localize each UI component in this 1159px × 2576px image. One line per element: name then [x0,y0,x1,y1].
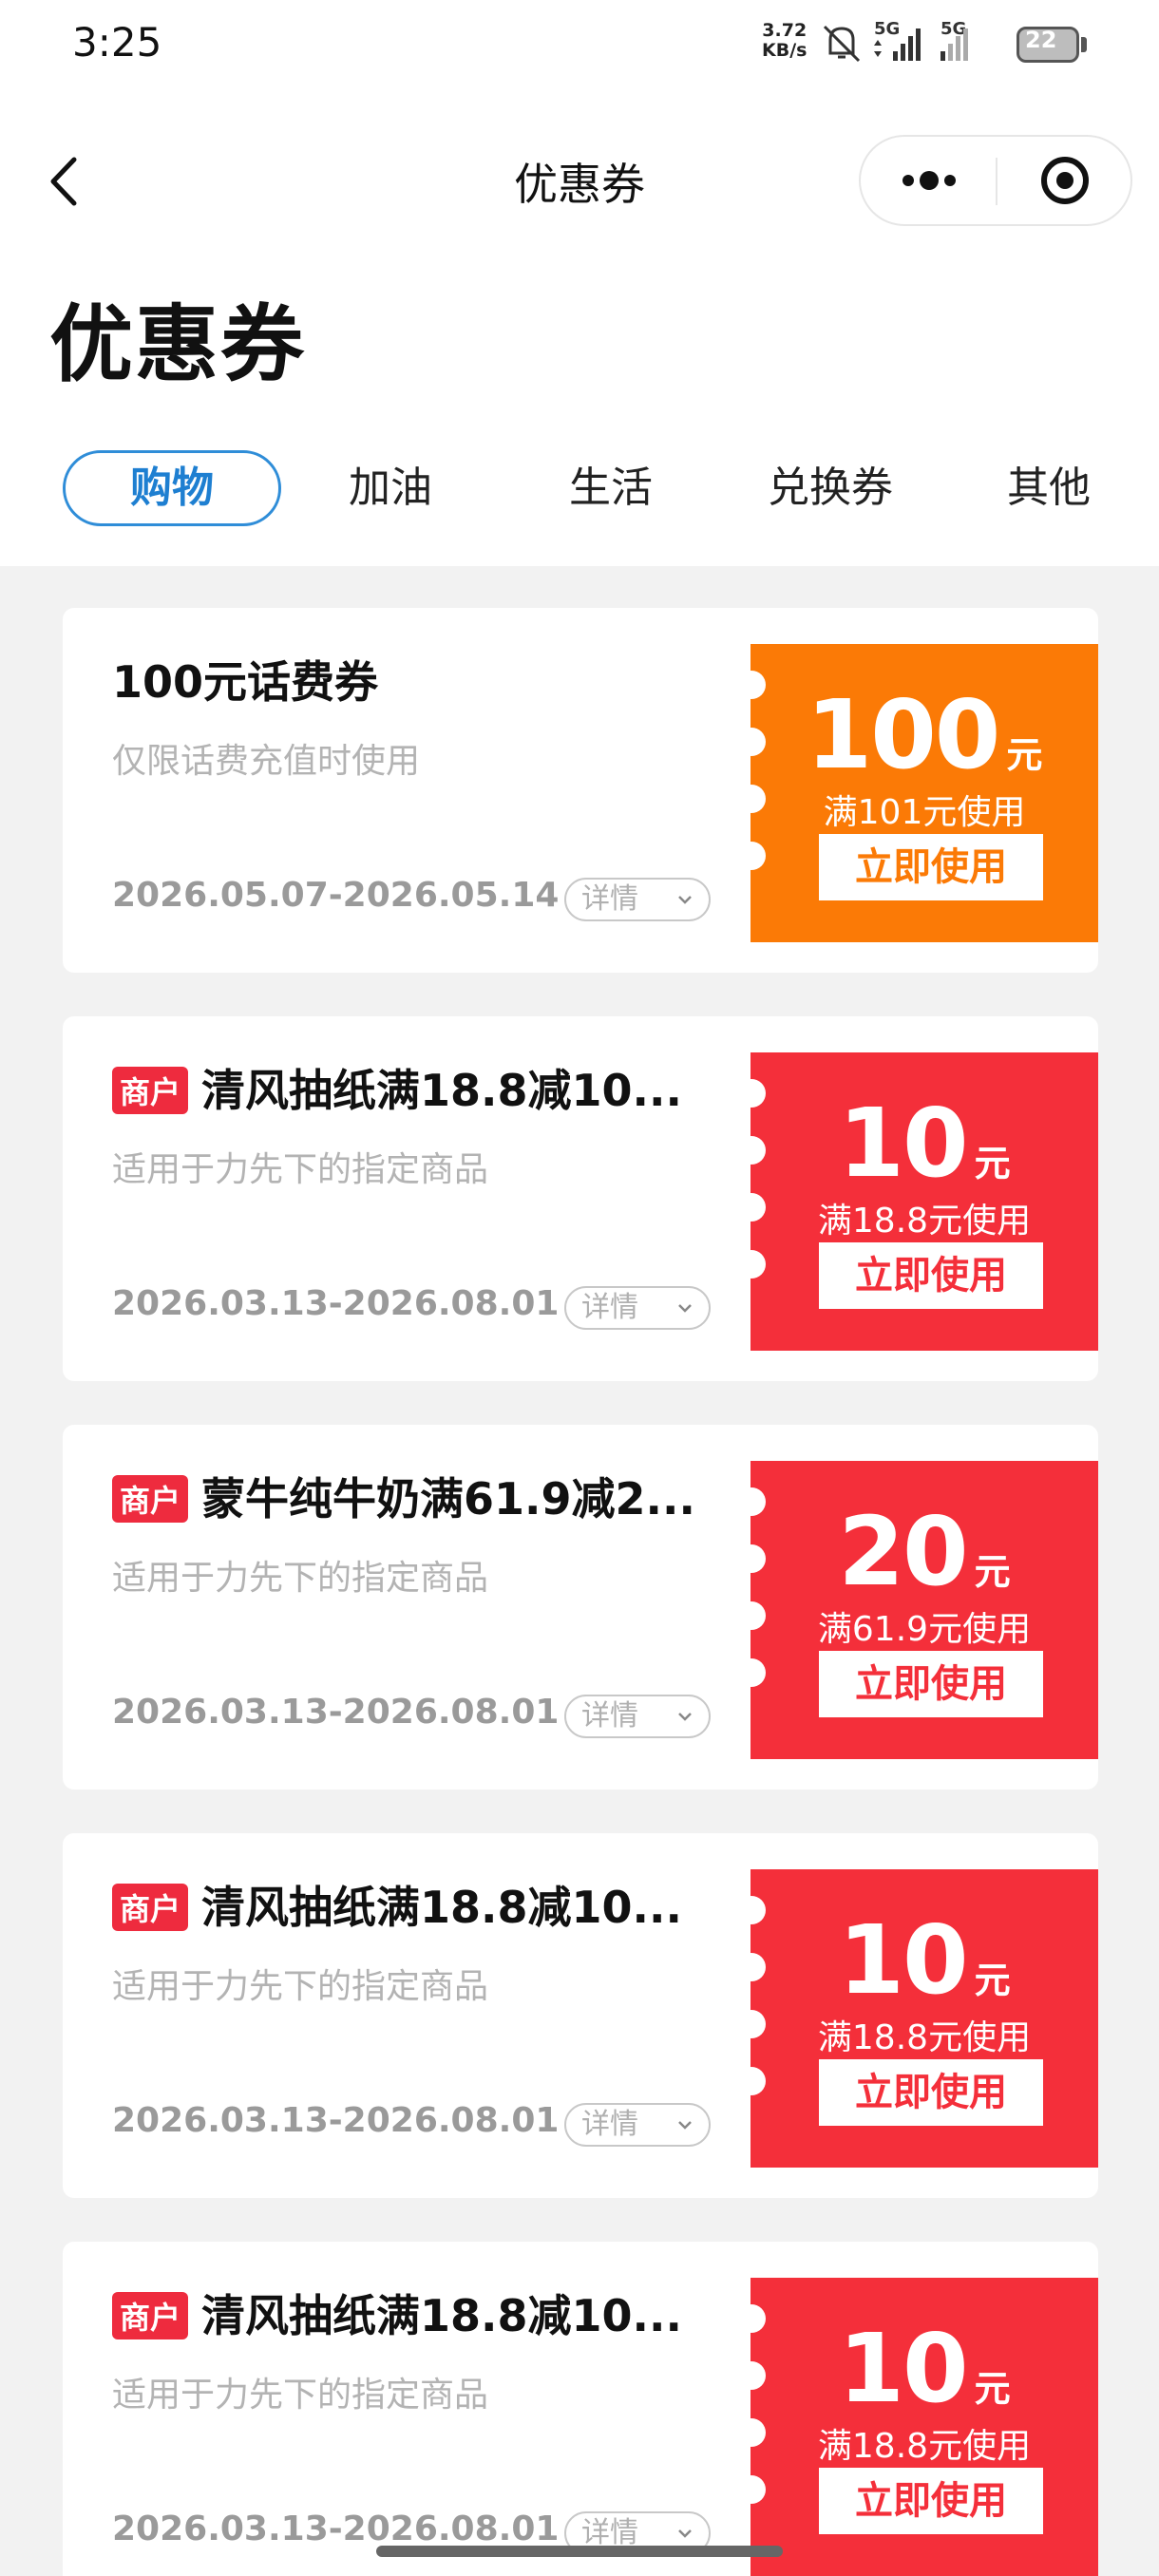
coupon-title: 商户 清风抽纸满18.8减10... [112,1873,682,1936]
coupon-ticket: 100 元 满101元使用 立即使用 [737,644,1098,942]
use-now-button[interactable]: 立即使用 [819,2059,1043,2126]
tab-fuel[interactable]: 加油 [310,450,471,526]
mute-bell-icon [823,25,861,63]
coupon-condition: 满61.9元使用 [817,1610,1032,1649]
chevron-down-icon [678,896,692,904]
coupon-date: 2026.03.13-2026.08.01 [112,1693,560,1732]
coupon-date: 2026.03.13-2026.08.01 [112,2101,560,2140]
coupon-amount: 10 元 [838,2313,1011,2424]
coupon-condition: 满18.8元使用 [817,1202,1032,1241]
tab-other[interactable]: 其他 [965,450,1132,526]
coupon-title: 商户 清风抽纸满18.8减10... [112,2282,682,2344]
coupon-condition: 满18.8元使用 [817,2427,1032,2466]
details-button[interactable]: 详情 [564,1286,711,1330]
chevron-down-icon [678,1713,692,1721]
coupon-ticket: 20 元 满61.9元使用 立即使用 [737,1461,1098,1759]
ticket-notch [737,1250,766,1279]
coupon-card: 100元话费券 仅限话费充值时使用 2026.05.07-2026.05.14 … [63,608,1098,973]
signal-2-label: 5G [940,19,966,39]
coupon-card: 商户 蒙牛纯牛奶满61.9减2... 适用于力先下的指定商品 2026.03.13… [63,1425,1098,1790]
use-now-button[interactable]: 立即使用 [819,834,1043,900]
use-now-button[interactable]: 立即使用 [819,1651,1043,1717]
ticket-notch [737,1658,766,1687]
more-button[interactable] [861,137,996,224]
ticket-notch [737,2067,766,2095]
close-button[interactable] [998,137,1132,224]
coupon-ticket: 10 元 满18.8元使用 立即使用 [737,2278,1098,2576]
coupon-amount: 10 元 [838,1904,1011,2016]
coupon-subtitle: 适用于力先下的指定商品 [112,1150,489,1189]
coupon-card: 商户 清风抽纸满18.8减10... 适用于力先下的指定商品 2026.03.13… [63,1016,1098,1381]
chevron-down-icon [678,1304,692,1313]
battery-tip [1081,37,1087,52]
ticket-notch [737,842,766,870]
merchant-tag: 商户 [112,2291,189,2339]
coupon-subtitle: 适用于力先下的指定商品 [112,1967,489,2006]
coupon-condition: 满18.8元使用 [817,2018,1032,2057]
coupon-amount: 100 元 [806,679,1043,790]
coupon-amount: 10 元 [838,1088,1011,1199]
ticket-notch [737,2475,766,2504]
coupon-subtitle: 适用于力先下的指定商品 [112,2376,489,2415]
coupon-card: 商户 清风抽纸满18.8减10... 适用于力先下的指定商品 2026.03.13… [63,1833,1098,2198]
merchant-tag: 商户 [112,1883,189,1931]
coupon-amount: 20 元 [838,1496,1011,1607]
coupon-date: 2026.03.13-2026.08.01 [112,1284,560,1323]
chevron-down-icon [678,2529,692,2538]
coupon-subtitle: 适用于力先下的指定商品 [112,1559,489,1598]
battery-icon: 22 [1016,27,1079,63]
network-speed: 3.72 KB/s [762,20,808,61]
coupon-title: 商户 清风抽纸满18.8减10... [112,1056,682,1119]
chevron-down-icon [678,2121,692,2130]
details-button[interactable]: 详情 [564,2103,711,2147]
page-title: 优惠券 [49,295,307,393]
home-indicator[interactable] [376,2546,783,2557]
coupon-card: 商户 清风抽纸满18.8减10... 适用于力先下的指定商品 2026.03.13… [63,2242,1098,2576]
tab-exchange[interactable]: 兑换券 [745,450,916,526]
chevron-left-icon [50,157,77,206]
use-now-button[interactable]: 立即使用 [819,2468,1043,2534]
tab-shopping[interactable]: 购物 [63,450,281,526]
coupon-condition: 满101元使用 [823,793,1026,832]
merchant-tag: 商户 [112,1066,189,1114]
details-button[interactable]: 详情 [564,1695,711,1738]
nav-title: 优惠券 [514,159,645,210]
merchant-tag: 商户 [112,1474,189,1523]
mini-program-capsule [859,135,1132,226]
back-button[interactable] [42,148,84,215]
coupon-title: 100元话费券 [112,656,379,708]
details-button[interactable]: 详情 [564,878,711,921]
coupon-subtitle: 仅限话费充值时使用 [112,742,421,781]
coupon-ticket: 10 元 满18.8元使用 立即使用 [737,1869,1098,2168]
status-time: 3:25 [72,19,162,66]
more-dots-icon [902,171,956,190]
tab-life[interactable]: 生活 [530,450,692,526]
signal-1-label: 5G [874,19,900,39]
coupon-date: 2026.03.13-2026.08.01 [112,2510,560,2548]
use-now-button[interactable]: 立即使用 [819,1242,1043,1309]
coupon-title: 商户 蒙牛纯牛奶满61.9减2... [112,1465,695,1527]
coupon-date: 2026.05.07-2026.05.14 [112,876,560,915]
target-circle-icon [1041,157,1089,204]
coupon-ticket: 10 元 满18.8元使用 立即使用 [737,1052,1098,1351]
